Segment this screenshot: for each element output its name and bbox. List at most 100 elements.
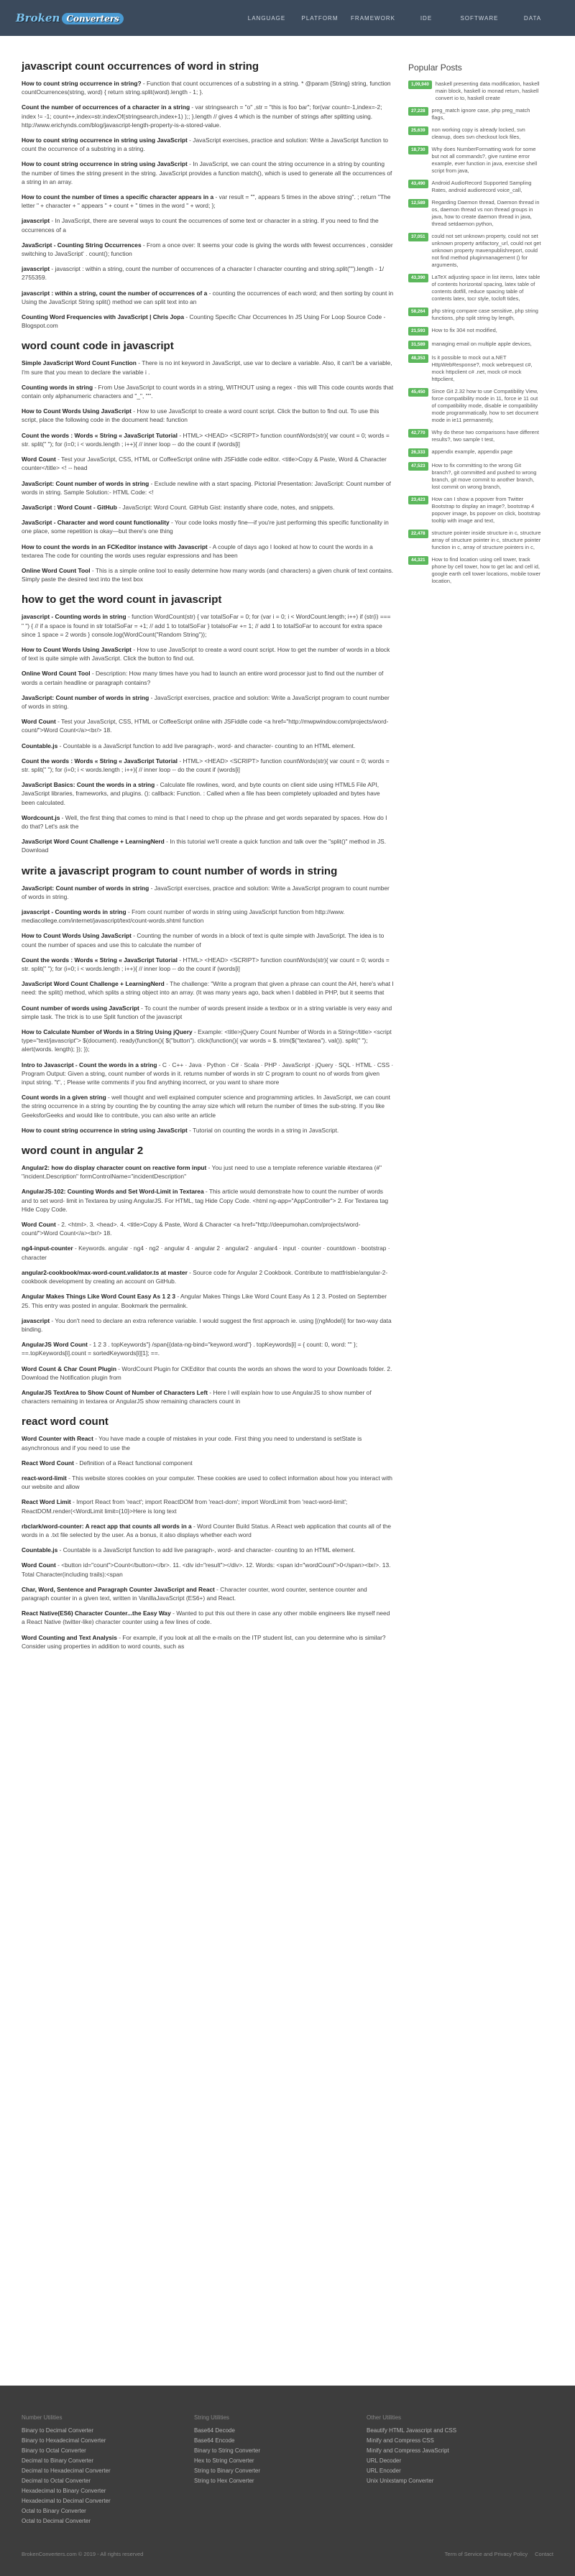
footer-link[interactable]: Decimal to Hexadecimal Converter [22,2466,194,2476]
popular-post-item[interactable]: 43,390 LaTeX adjusting space in list item… [408,274,542,303]
result-title-link[interactable]: JavaScript - Counting String Occurrences [22,241,142,249]
nav-link-ide[interactable]: IDE [400,15,453,22]
footer-link[interactable]: Minify and Compress JavaScript [367,2446,539,2456]
result-title-link[interactable]: Online Word Count Tool [22,670,91,677]
popular-post-item[interactable]: 25,639 non working copy is already locked… [408,126,542,141]
nav-link-data[interactable]: DATA [506,15,559,22]
result-title-link[interactable]: Countable.js [22,742,58,749]
result-title-link[interactable]: How to count string occurrence in string… [22,80,142,87]
result-title-link[interactable]: Word Count [22,1561,56,1569]
result-title-link[interactable]: Counting words in string [22,384,93,391]
result-title-link[interactable]: Simple JavaScript Word Count Function [22,359,137,366]
result-title-link[interactable]: Wordcount.js [22,814,60,821]
result-title-link[interactable]: ng4-input-counter [22,1245,73,1252]
popular-post-title[interactable]: How to find location using cell tower, t… [432,556,542,585]
result-title-link[interactable]: JavaScript Word Count Challenge + Learni… [22,980,165,987]
popular-post-item[interactable]: 12,589 Regarding Daemon thread, Daemon th… [408,199,542,228]
popular-post-title[interactable]: structure pointer inside structure in c,… [432,530,542,551]
popular-post-title[interactable]: How to fix committing to the wrong Git b… [432,462,542,491]
result-title-link[interactable]: javascript [22,1317,50,1324]
result-title-link[interactable]: JavaScript: Count number of words in str… [22,885,149,892]
popular-post-title[interactable]: haskell presenting data modification, ha… [436,80,542,102]
result-title-link[interactable]: javascript [22,217,50,224]
result-title-link[interactable]: React Word Limit [22,1498,71,1505]
popular-post-title[interactable]: managing email on multiple apple devices… [432,341,532,349]
popular-post-item[interactable]: 31,589 managing email on multiple apple d… [408,341,542,349]
result-title-link[interactable]: Count the words : Words « String « JavaS… [22,757,178,765]
footer-link[interactable]: Binary to Hexadecimal Converter [22,2436,194,2446]
nav-link-platform[interactable]: PLATFORM [293,15,346,22]
popular-post-item[interactable]: 23,423 How can I show a popover from Twit… [408,496,542,525]
result-title-link[interactable]: React Word Count [22,1459,74,1467]
result-title-link[interactable]: How to Count Words Using JavaScript [22,407,132,415]
popular-post-title[interactable]: Since Git 2.32 how to use Compatibility … [432,388,542,424]
result-title-link[interactable]: Word Count [22,718,56,725]
result-title-link[interactable]: How to Count Words Using JavaScript [22,932,132,939]
popular-post-title[interactable]: How to fix 304 not modified, [432,327,497,336]
footer-link[interactable]: Base64 Encode [194,2436,367,2446]
popular-post-item[interactable]: 58,264 php string compare case sensitive,… [408,308,542,322]
footer-link[interactable]: Beautify HTML Javascript and CSS [367,2426,539,2436]
popular-post-title[interactable]: Android AudioRecord Supported Sampling R… [432,180,542,194]
result-title-link[interactable]: Intro to Javascript - Count the words in… [22,1061,157,1068]
popular-post-item[interactable]: 37,051 could not set unknown property, co… [408,233,542,269]
result-title-link[interactable]: How to count the number of times a speci… [22,193,213,200]
popular-post-title[interactable]: LaTeX adjusting space in list items, lat… [432,274,542,303]
site-logo[interactable]: Broken Converters [16,11,124,24]
result-title-link[interactable]: javascript : within a string, count the … [22,290,207,297]
result-title-link[interactable]: AngularJS TextArea to Show Count of Numb… [22,1389,208,1396]
result-title-link[interactable]: Countable.js [22,1546,58,1554]
result-title-link[interactable]: How to Calculate Number of Words in a St… [22,1028,193,1035]
result-title-link[interactable]: How to count string occurrence in string… [22,160,188,167]
footer-link[interactable]: Octal to Decimal Converter [22,2516,194,2526]
popular-post-title[interactable]: How can I show a popover from Twitter Bo… [432,496,542,525]
footer-link[interactable]: Binary to Decimal Converter [22,2426,194,2436]
popular-post-item[interactable]: 21,593 How to fix 304 not modified, [408,327,542,336]
result-title-link[interactable]: Counting Word Frequencies with JavaScrip… [22,313,184,320]
footer-link[interactable]: Base64 Decode [194,2426,367,2436]
popular-post-item[interactable]: 44,321 How to find location using cell to… [408,556,542,585]
footer-link[interactable]: Decimal to Octal Converter [22,2476,194,2486]
result-title-link[interactable]: Online Word Count Tool [22,567,91,574]
popular-post-item[interactable]: 1,09,940 haskell presenting data modifica… [408,80,542,102]
result-title-link[interactable]: Count words in a given string [22,1094,106,1101]
result-title-link[interactable]: How to Count Words Using JavaScript [22,646,132,653]
popular-post-item[interactable]: 47,523 How to fix committing to the wrong… [408,462,542,491]
result-title-link[interactable]: Word Counting and Text Analysis [22,1634,117,1641]
popular-post-item[interactable]: 43,490 Android AudioRecord Supported Samp… [408,180,542,194]
popular-post-title[interactable]: appendix example, appendix page [432,448,513,457]
popular-post-title[interactable]: php string compare case sensitive, php s… [432,308,542,322]
footer-link[interactable]: Binary to String Converter [194,2446,367,2456]
nav-link-framework[interactable]: FRAMEWORK [346,15,400,22]
result-title-link[interactable]: JavaScript: Count number of words in str… [22,694,149,701]
result-title-link[interactable]: javascript - Counting words in string [22,613,126,620]
footer-link[interactable]: Hexadecimal to Binary Converter [22,2486,194,2496]
result-title-link[interactable]: Word Count [22,456,56,463]
result-title-link[interactable]: How to count string occurrence in string… [22,137,188,144]
result-title-link[interactable]: AngularJS Word Count [22,1341,88,1348]
popular-post-item[interactable]: 48,353 Is it possible to mock out a.NET H… [408,354,542,383]
result-title-link[interactable]: Char, Word, Sentence and Paragraph Count… [22,1586,215,1593]
popular-post-title[interactable]: Why does NumberFormatting work for some … [432,146,542,175]
result-title-link[interactable]: Angular Makes Things Like Word Count Eas… [22,1293,175,1300]
footer-link[interactable]: Octal to Binary Converter [22,2506,194,2516]
result-title-link[interactable]: React Native(ES6) Character Counter...th… [22,1610,171,1617]
popular-post-title[interactable]: preg_match ignore case, php preg_match f… [432,107,542,121]
footer-link[interactable]: Binary to Octal Converter [22,2446,194,2456]
result-title-link[interactable]: react-word-limit [22,1474,67,1482]
result-title-link[interactable]: Count the words : Words « String « JavaS… [22,432,178,439]
footer-link[interactable]: String to Binary Converter [194,2466,367,2476]
footer-link[interactable]: Hexadecimal to Decimal Converter [22,2496,194,2506]
result-title-link[interactable]: javascript - Counting words in string [22,908,126,915]
popular-post-item[interactable]: 22,478 structure pointer inside structure… [408,530,542,551]
popular-post-title[interactable]: Why do these two comparisons have differ… [432,429,542,443]
result-title-link[interactable]: JavaScript - Character and word count fu… [22,519,170,526]
footer-link[interactable]: URL Decoder [367,2456,539,2466]
result-title-link[interactable]: How to count the words in an FCKeditor i… [22,543,208,550]
popular-post-title[interactable]: Is it possible to mock out a.NET HttpWeb… [432,354,542,383]
popular-post-item[interactable]: 45,450 Since Git 2.32 how to use Compatib… [408,388,542,424]
footer-link[interactable]: Unix Unixstamp Converter [367,2476,539,2486]
result-title-link[interactable]: AngularJS-102: Counting Words and Set Wo… [22,1188,204,1195]
footer-link[interactable]: Decimal to Binary Converter [22,2456,194,2466]
result-title-link[interactable]: Word Count [22,1221,56,1228]
